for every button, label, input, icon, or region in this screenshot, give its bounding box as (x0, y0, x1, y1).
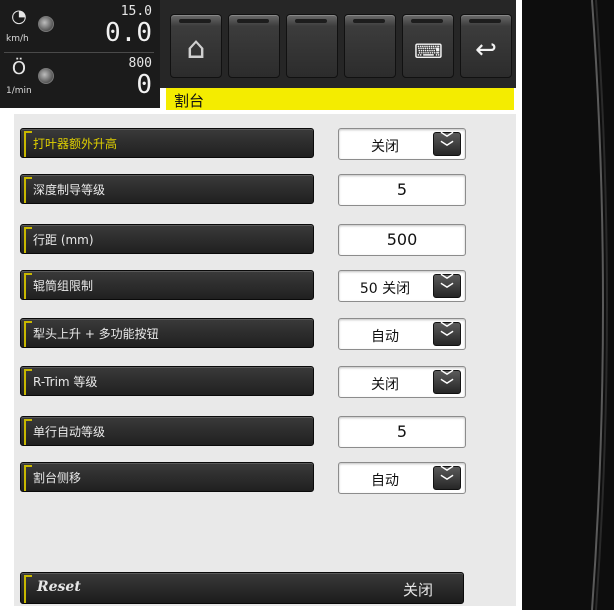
notch-marker (24, 131, 32, 157)
setting-label-button[interactable]: 深度制导等级 (20, 174, 314, 204)
notch-marker (24, 419, 32, 445)
setting-row: 割台侧移 自动 ﹀ ﹀ (20, 462, 508, 494)
setting-value: 关闭 (371, 139, 399, 155)
button-led (237, 19, 269, 23)
setting-label-button[interactable]: 行距 (mm) (20, 224, 314, 254)
setting-row: 打叶器额外升高 关闭 ﹀ ﹀ (20, 128, 508, 160)
speedometer-icon: ◔ (11, 6, 27, 27)
button-led (295, 19, 327, 23)
notch-marker (24, 227, 32, 253)
chevron-down-icon: ﹀ ﹀ (440, 274, 454, 298)
setting-dropdown[interactable]: 自动 ﹀ ﹀ (338, 318, 466, 350)
speed-value: 0.0 (105, 18, 152, 48)
toolbar-button-2[interactable] (228, 14, 280, 78)
reset-state: 关闭 (402, 581, 433, 599)
setting-dropdown[interactable]: 关闭 ﹀ ﹀ (338, 366, 466, 398)
setting-value: 关闭 (371, 377, 399, 393)
setting-label: 深度制导等级 (33, 183, 106, 197)
keyboard-icon: ⌨ (414, 39, 443, 63)
chevron-down-icon: ﹀ ﹀ (440, 322, 454, 346)
setting-value: 50 关闭 (359, 281, 411, 297)
setting-label: 单行自动等级 (33, 425, 106, 439)
back-arrow-icon: ↩ (475, 35, 497, 65)
notch-marker (24, 369, 32, 395)
notch-marker (24, 465, 32, 491)
setting-label: 割台侧移 (33, 471, 82, 485)
rpm-unit: 1/min (6, 86, 32, 96)
button-led (353, 19, 385, 23)
setting-row: 行距 (mm) 500 (20, 224, 508, 256)
button-led (179, 19, 211, 23)
settings-panel: 打叶器额外升高 关闭 ﹀ ﹀ 深度制导等级 5 行距 (mm) 500 辊筒组限制 (14, 114, 516, 606)
setting-dropdown[interactable]: 自动 ﹀ ﹀ (338, 462, 466, 494)
speed-gauge: ◔ km/h 15.0 0.0 (4, 4, 154, 54)
gauge-divider (4, 52, 154, 53)
notch-marker (24, 321, 32, 347)
chevron-down-icon: ﹀ ﹀ (440, 132, 454, 156)
setting-label: 辊筒组限制 (33, 279, 94, 293)
rpm-indicator-light (38, 68, 54, 84)
toolbar-button-4[interactable] (344, 14, 396, 78)
setting-dropdown[interactable]: 关闭 ﹀ ﹀ (338, 128, 466, 160)
home-button[interactable]: ⌂ (170, 14, 222, 78)
setting-value: 自动 (371, 329, 399, 345)
setting-number-field[interactable]: 5 (338, 174, 466, 206)
setting-label-button[interactable]: 犁头上升 + 多功能按钮 (20, 318, 314, 348)
setting-value: 5 (396, 180, 408, 199)
setting-row: 犁头上升 + 多功能按钮 自动 ﹀ ﹀ (20, 318, 508, 350)
setting-row: 单行自动等级 5 (20, 416, 508, 448)
dropdown-button[interactable]: ﹀ ﹀ (433, 132, 461, 156)
setting-label: 打叶器额外升高 (33, 137, 118, 151)
top-toolbar: ⌂ ⌨ ↩ (160, 0, 516, 88)
dropdown-button[interactable]: ﹀ ﹀ (433, 370, 461, 394)
speed-max: 15.0 (120, 4, 152, 19)
setting-label: 行距 (mm) (33, 233, 94, 247)
side-bezel (522, 0, 614, 610)
setting-label: R-Trim 等级 (33, 375, 98, 389)
reset-button[interactable]: Reset 关闭 (20, 572, 464, 604)
speed-indicator-light (38, 16, 54, 32)
rpm-max: 800 (128, 56, 152, 71)
notch-marker (24, 177, 32, 203)
setting-label-button[interactable]: 打叶器额外升高 (20, 128, 314, 158)
toolbar-button-3[interactable] (286, 14, 338, 78)
setting-number-field[interactable]: 5 (338, 416, 466, 448)
button-led (411, 19, 443, 23)
dropdown-button[interactable]: ﹀ ﹀ (433, 466, 461, 490)
setting-label-button[interactable]: R-Trim 等级 (20, 366, 314, 396)
dropdown-button[interactable]: ﹀ ﹀ (433, 274, 461, 298)
dropdown-button[interactable]: ﹀ ﹀ (433, 322, 461, 346)
gauge-panel: ◔ km/h 15.0 0.0 Ö 1/min 800 0 (0, 0, 160, 108)
setting-label-button[interactable]: 割台侧移 (20, 462, 314, 492)
setting-label-button[interactable]: 辊筒组限制 (20, 270, 314, 300)
rpm-gauge: Ö 1/min 800 0 (4, 56, 154, 106)
keyboard-button[interactable]: ⌨ (402, 14, 454, 78)
setting-label-button[interactable]: 单行自动等级 (20, 416, 314, 446)
setting-value: 自动 (371, 473, 399, 489)
setting-value: 5 (396, 422, 408, 441)
chevron-down-icon: ﹀ ﹀ (440, 370, 454, 394)
notch-marker (24, 575, 32, 603)
setting-row: R-Trim 等级 关闭 ﹀ ﹀ (20, 366, 508, 398)
back-button[interactable]: ↩ (460, 14, 512, 78)
speed-unit: km/h (6, 34, 29, 44)
page-title: 割台 (174, 92, 205, 110)
chevron-down-icon: ﹀ ﹀ (440, 466, 454, 490)
bezel-curve (591, 0, 608, 610)
page-title-bar: 割台 (166, 88, 514, 110)
notch-marker (24, 273, 32, 299)
setting-label: 犁头上升 + 多功能按钮 (33, 327, 159, 341)
engine-rpm-icon: Ö (11, 58, 27, 79)
setting-row: 辊筒组限制 50 关闭 ﹀ ﹀ (20, 270, 508, 302)
rpm-value: 0 (136, 70, 152, 100)
setting-row: 深度制导等级 5 (20, 174, 508, 206)
setting-dropdown[interactable]: 50 关闭 ﹀ ﹀ (338, 270, 466, 302)
setting-number-field[interactable]: 500 (338, 224, 466, 256)
reset-label: Reset (37, 579, 81, 595)
home-icon: ⌂ (186, 31, 206, 66)
button-led (469, 19, 501, 23)
setting-value: 500 (386, 230, 418, 249)
